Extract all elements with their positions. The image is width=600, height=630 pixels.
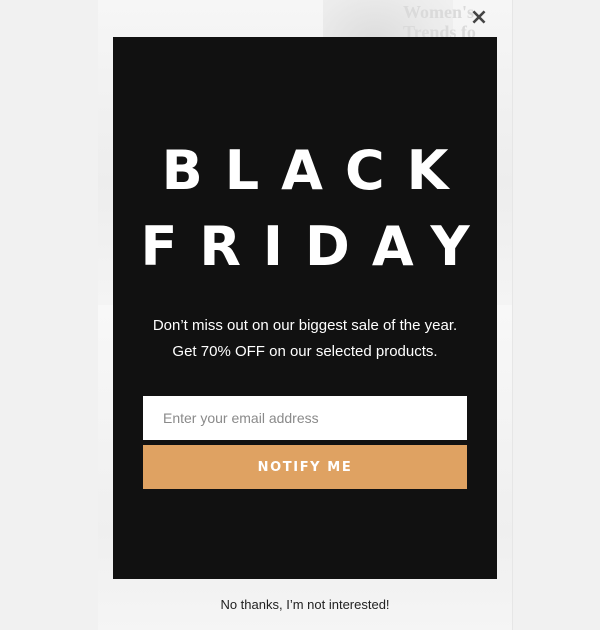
close-icon[interactable]: × <box>468 6 490 30</box>
promo-description: Don’t miss out on our biggest sale of th… <box>113 313 497 365</box>
decline-link[interactable]: No thanks, I’m not interested! <box>113 594 497 616</box>
background-heading: Women's Trends fo <box>403 2 476 42</box>
headline-friday: FRIDAY <box>140 215 492 278</box>
promo-line-2: Get 70% OFF on our selected products. <box>172 343 438 360</box>
right-margin <box>512 0 600 630</box>
promo-line-1: Don’t miss out on our biggest sale of th… <box>152 317 458 334</box>
left-margin <box>0 0 99 630</box>
headline-black: BLACK <box>161 139 471 202</box>
screen: Women's Trends fo × BLACK FRIDAY Don’t m… <box>0 0 600 630</box>
black-friday-popup: BLACK FRIDAY Don’t miss out on our bigge… <box>113 37 497 579</box>
email-field[interactable] <box>143 396 467 440</box>
notify-me-button[interactable]: NOTIFY ME <box>143 445 467 489</box>
